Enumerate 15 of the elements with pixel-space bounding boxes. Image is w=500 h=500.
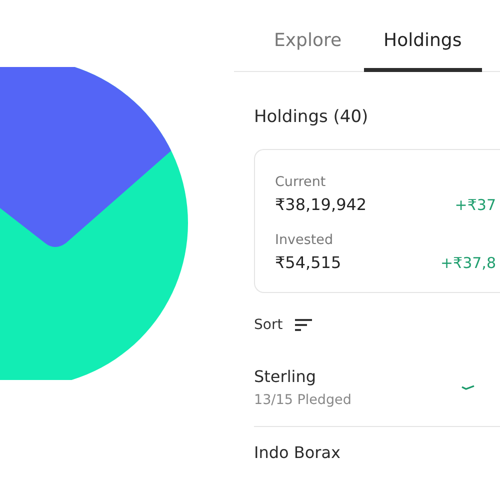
- summary-value: ₹38,19,942: [275, 195, 367, 214]
- summary-label: Invested: [275, 232, 334, 248]
- gain-value: +₹37: [454, 196, 496, 214]
- summary-label: Current: [275, 174, 327, 190]
- holding-name: Indo Borax: [254, 443, 341, 462]
- section-title: Holdings (40): [254, 107, 370, 127]
- holding-subtitle: 13/15 Pledged: [254, 392, 352, 408]
- gain-value: +₹37,8: [440, 254, 496, 272]
- summary-value: ₹54,515: [275, 253, 342, 272]
- holding-name: Sterling: [254, 367, 318, 386]
- sort-label[interactable]: Sort: [254, 317, 283, 333]
- tab[interactable]: Explore: [256, 0, 360, 72]
- sparkline-icon: [461, 385, 475, 390]
- tab[interactable]: Holdings: [364, 0, 482, 72]
- sort-icon[interactable]: [294, 319, 312, 331]
